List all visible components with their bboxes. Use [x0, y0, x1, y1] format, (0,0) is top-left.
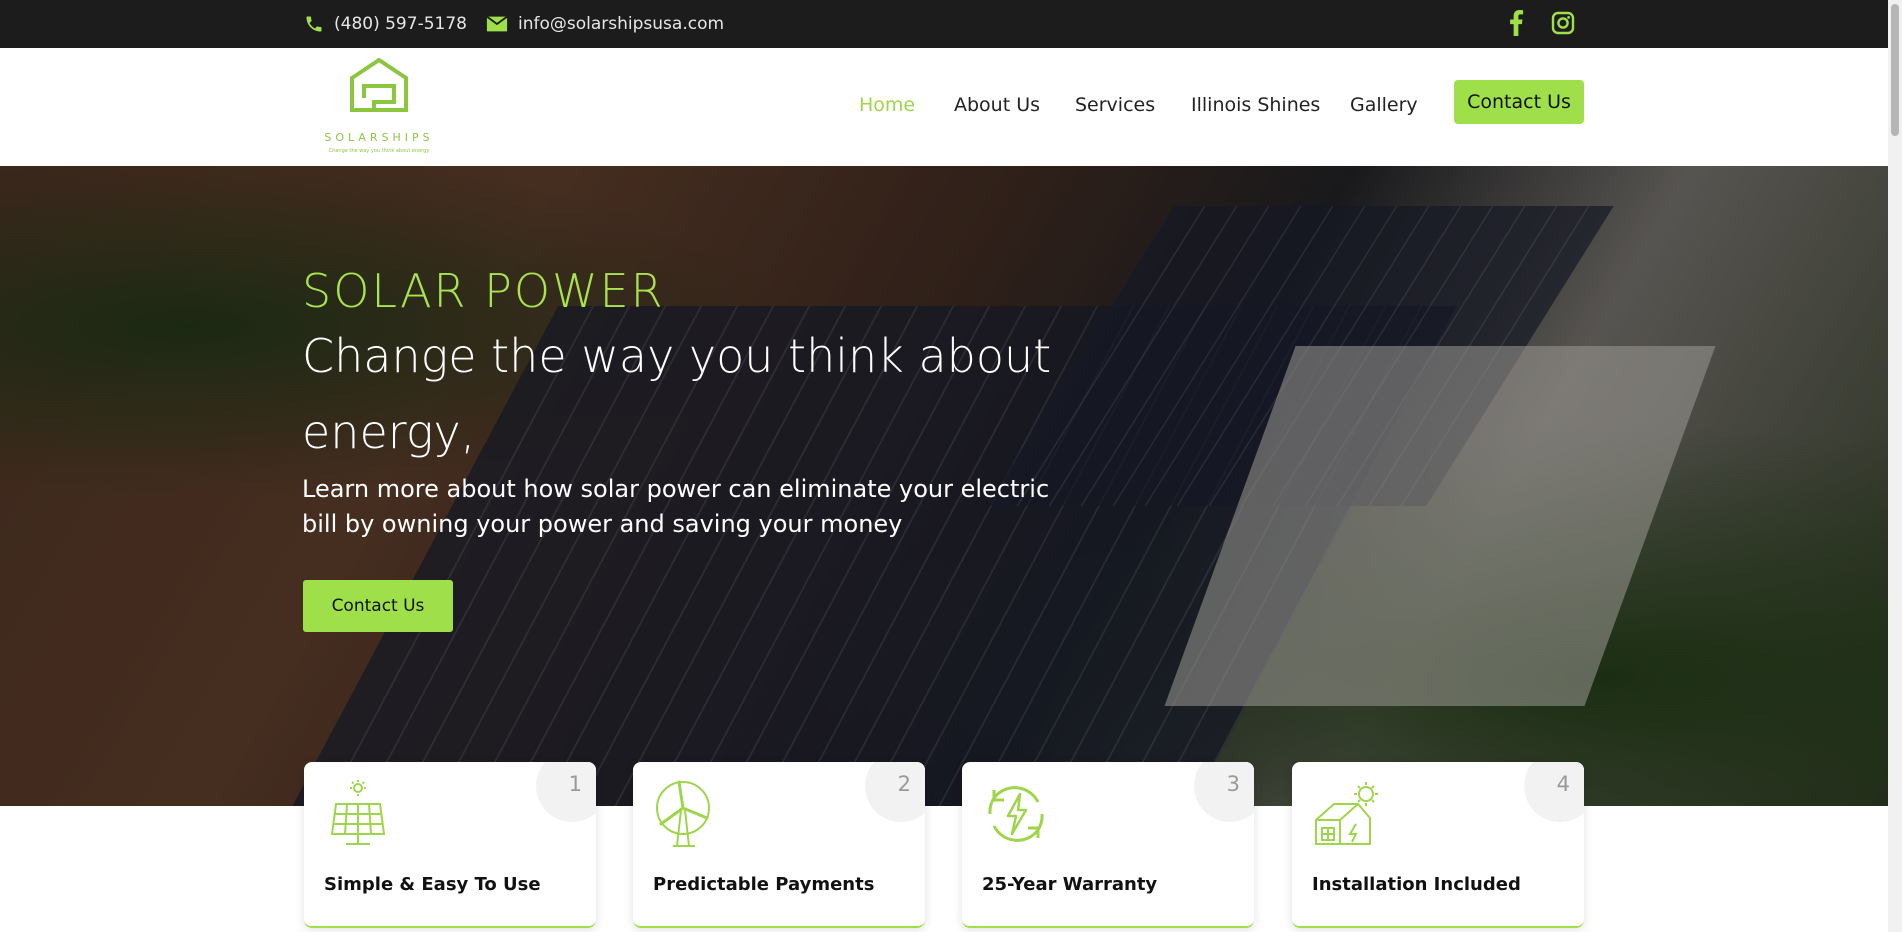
logo[interactable]: SOLARSHIPS Change the way you think abou…: [304, 58, 454, 158]
feature-card: 4 Installation Included: [1292, 762, 1584, 928]
feature-number: 4: [1556, 772, 1570, 796]
feature-number: 3: [1226, 772, 1240, 796]
top-bar: (480) 597-5178 info@solarshipsusa.com: [0, 0, 1888, 48]
house-logo-icon: [350, 58, 408, 112]
number-bubble: [536, 762, 596, 822]
phone-icon: [306, 16, 322, 32]
feature-label: Installation Included: [1312, 874, 1521, 895]
logo-tagline: Change the way you think about energy: [328, 148, 430, 154]
nav-about-us[interactable]: About Us: [954, 94, 1040, 116]
email-contact[interactable]: info@solarshipsusa.com: [486, 12, 724, 36]
nav-contact-button[interactable]: Contact Us: [1454, 80, 1584, 124]
nav-gallery[interactable]: Gallery: [1350, 94, 1418, 116]
hero-kicker: SOLAR POWER: [302, 264, 665, 318]
feature-card: 2 Predictable Payments: [633, 762, 925, 928]
envelope-icon: [486, 15, 508, 32]
scrollbar-thumb[interactable]: [1891, 4, 1899, 136]
feature-label: Simple & Easy To Use: [324, 874, 541, 895]
feature-number: 1: [568, 772, 582, 796]
facebook-icon[interactable]: [1502, 9, 1530, 37]
nav-services[interactable]: Services: [1075, 94, 1155, 116]
feature-number: 2: [897, 772, 911, 796]
solar-house-icon: [1315, 782, 1378, 845]
hero-contact-button[interactable]: Contact Us: [303, 580, 453, 632]
number-bubble: [865, 762, 925, 822]
logo-wordmark: SOLARSHIPS: [324, 131, 434, 144]
hero-section: SOLAR POWER Change the way you think abo…: [0, 166, 1888, 806]
hero-title: Change the way you think about energy,: [302, 329, 1052, 459]
hero-subtitle: Learn more about how solar power can eli…: [302, 475, 1050, 538]
renewable-energy-icon: [988, 786, 1044, 842]
number-bubble: [1524, 762, 1584, 822]
email-address: info@solarshipsusa.com: [518, 14, 725, 34]
feature-label: 25-Year Warranty: [982, 874, 1158, 895]
site-header: SOLARSHIPS Change the way you think abou…: [0, 48, 1888, 166]
scrollbar[interactable]: [1888, 0, 1902, 932]
instagram-icon[interactable]: [1549, 9, 1577, 37]
number-bubble: [1194, 762, 1254, 822]
feature-label: Predictable Payments: [653, 874, 875, 895]
phone-contact[interactable]: (480) 597-5178: [304, 12, 467, 36]
phone-number: (480) 597-5178: [334, 14, 467, 34]
nav-home[interactable]: Home: [859, 94, 915, 116]
feature-card: 3 25-Year Warranty: [962, 762, 1254, 928]
feature-card: 1 Simple & Easy To Use: [304, 762, 596, 928]
nav-illinois-shines[interactable]: Illinois Shines: [1191, 94, 1320, 116]
solar-panel-icon: [330, 780, 386, 845]
wind-turbine-icon: [656, 780, 710, 847]
